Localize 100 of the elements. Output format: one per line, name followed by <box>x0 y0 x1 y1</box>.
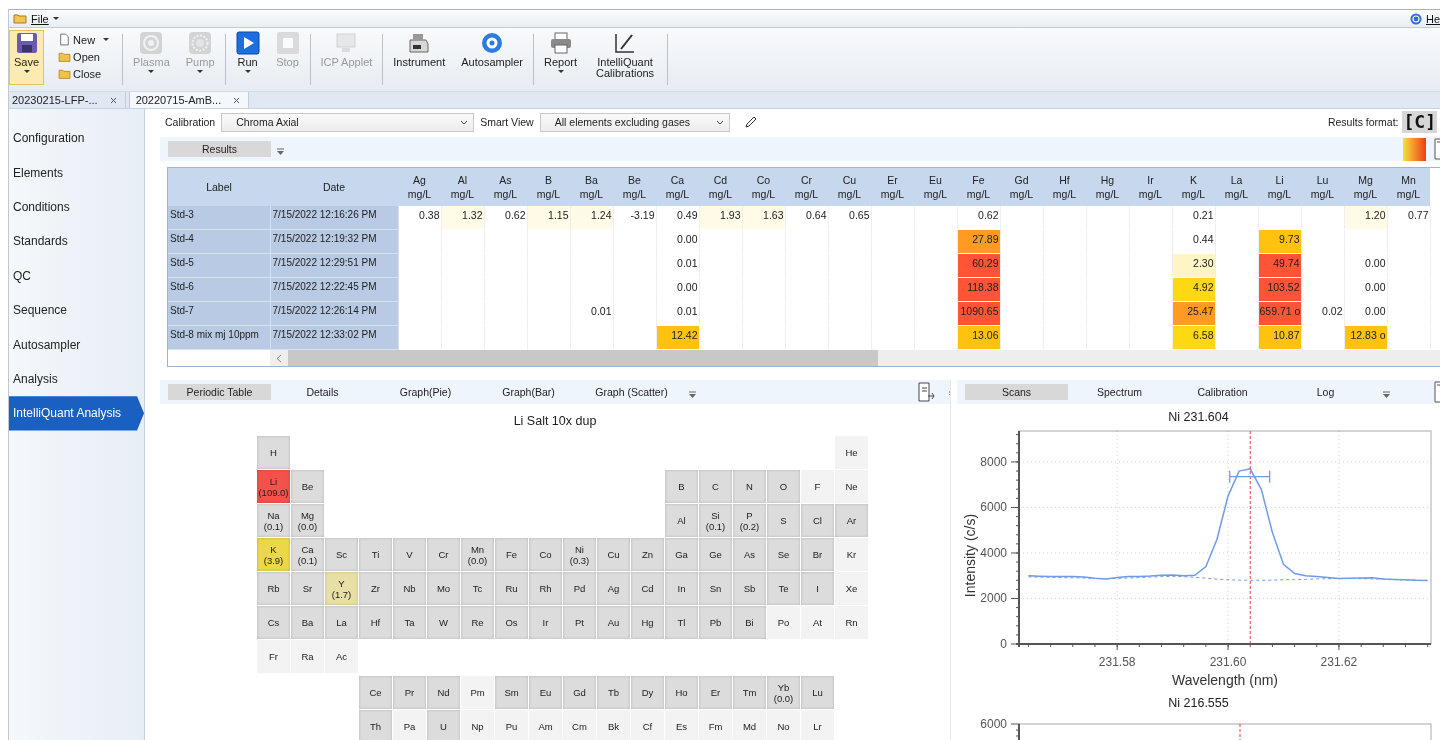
element-cell[interactable]: Rb <box>257 572 290 605</box>
element-cell[interactable]: Cm <box>563 710 596 740</box>
column-header[interactable]: Co mg/L <box>742 168 785 206</box>
element-cell[interactable]: Cr <box>427 538 460 571</box>
panel-tab[interactable]: Graph (Scatter) <box>580 384 683 400</box>
column-header[interactable]: Ir mg/L <box>1129 168 1172 206</box>
element-cell[interactable]: Sb <box>733 572 766 605</box>
column-header[interactable]: Er mg/L <box>871 168 914 206</box>
column-header[interactable]: Lu mg/L <box>1301 168 1344 206</box>
element-cell[interactable]: Fr <box>257 640 290 673</box>
element-cell[interactable]: Cd <box>631 572 664 605</box>
element-cell[interactable]: Ni (0.3) <box>563 538 596 571</box>
toolbar-button[interactable]: Instrument <box>388 30 451 85</box>
calibration-dropdown[interactable]: Chroma Axial <box>221 112 475 132</box>
element-cell[interactable]: Dy <box>631 676 664 709</box>
panel-tab[interactable]: Log <box>1274 384 1377 400</box>
element-cell[interactable]: Sn <box>699 572 732 605</box>
menu-item[interactable]: File <box>11 12 61 25</box>
sidebar-item[interactable]: Analysis <box>9 361 144 397</box>
column-header[interactable]: Hf mg/L <box>1043 168 1086 206</box>
column-header[interactable]: Be mg/L <box>613 168 656 206</box>
element-cell[interactable]: Cl <box>801 504 834 537</box>
column-header[interactable]: Hg mg/L <box>1086 168 1129 206</box>
element-cell[interactable]: Kr <box>835 538 868 571</box>
element-cell[interactable]: No <box>767 710 800 740</box>
element-cell[interactable]: As <box>733 538 766 571</box>
toolbar-button[interactable]: IntelliQuant Calibrations <box>588 30 663 85</box>
toolbar-button[interactable]: Report <box>539 30 583 85</box>
element-cell[interactable]: Pm <box>461 676 494 709</box>
panel-tab[interactable]: Periodic Table <box>168 384 271 400</box>
panel-tab[interactable]: Spectrum <box>1068 384 1171 400</box>
element-cell[interactable]: Bk <box>597 710 630 740</box>
sidebar-item[interactable]: IntelliQuant Analysis <box>9 396 144 431</box>
column-header[interactable]: Al mg/L <box>441 168 484 206</box>
element-cell[interactable]: Th <box>359 710 392 740</box>
element-cell[interactable]: Lu <box>801 676 834 709</box>
element-cell[interactable]: Er <box>699 676 732 709</box>
sidebar-item[interactable]: Conditions <box>9 189 144 225</box>
element-cell[interactable]: Li (109.0) <box>257 470 290 503</box>
element-cell[interactable]: Fm <box>699 710 732 740</box>
element-cell[interactable]: Es <box>665 710 698 740</box>
element-cell[interactable]: Am <box>529 710 562 740</box>
format-button[interactable]: [C] <box>1402 111 1437 133</box>
element-cell[interactable]: Cs <box>257 606 290 639</box>
element-cell[interactable]: Sc <box>325 538 358 571</box>
element-cell[interactable]: I <box>801 572 834 605</box>
column-header[interactable]: Li mg/L <box>1258 168 1301 206</box>
element-cell[interactable]: Cu <box>597 538 630 571</box>
element-cell[interactable]: Au <box>597 606 630 639</box>
element-cell[interactable]: Nb <box>393 572 426 605</box>
panel-tab[interactable]: Scans <box>965 384 1068 400</box>
column-header[interactable]: Mn mg/L <box>1387 168 1430 206</box>
element-cell[interactable]: Lr <box>801 710 834 740</box>
element-cell[interactable]: Ru <box>495 572 528 605</box>
element-cell[interactable]: P (0.2) <box>733 504 766 537</box>
element-cell[interactable]: Ra <box>291 640 324 673</box>
element-cell[interactable]: Sr <box>291 572 324 605</box>
element-cell[interactable]: Al <box>665 504 698 537</box>
element-cell[interactable]: Br <box>801 538 834 571</box>
document-tab[interactable]: 20220715-AmB... <box>128 92 250 108</box>
sidebar-item[interactable]: Elements <box>9 155 144 190</box>
element-cell[interactable]: Hf <box>359 606 392 639</box>
sidebar-item[interactable]: QC <box>9 258 144 293</box>
element-cell[interactable]: S <box>767 504 800 537</box>
element-cell[interactable]: Ce <box>359 676 392 709</box>
column-header[interactable]: Date <box>270 168 398 206</box>
element-cell[interactable]: Ga <box>665 538 698 571</box>
element-cell[interactable]: B <box>665 470 698 503</box>
scrollbar-thumb[interactable] <box>288 350 878 366</box>
horizontal-scrollbar[interactable] <box>270 350 1440 366</box>
element-cell[interactable]: Np <box>461 710 494 740</box>
column-header[interactable]: K mg/L <box>1172 168 1215 206</box>
element-cell[interactable]: At <box>801 606 834 639</box>
column-header[interactable]: Mg mg/L <box>1344 168 1387 206</box>
element-cell[interactable]: Ac <box>325 640 358 673</box>
element-cell[interactable]: Bi <box>733 606 766 639</box>
toolbar-button[interactable]: New <box>56 31 112 48</box>
help-link[interactable]: He <box>1425 12 1440 25</box>
column-header[interactable]: Gd mg/L <box>1000 168 1043 206</box>
element-cell[interactable]: Be <box>291 470 324 503</box>
toolbar-button[interactable]: Autosampler <box>456 30 529 85</box>
column-header[interactable]: Label <box>168 168 270 206</box>
element-cell[interactable]: W <box>427 606 460 639</box>
element-cell[interactable]: Pu <box>495 710 528 740</box>
toolbar-button[interactable]: Run <box>230 30 265 85</box>
column-header[interactable]: Ca mg/L <box>656 168 699 206</box>
element-cell[interactable]: Sm <box>495 676 528 709</box>
column-header[interactable]: La mg/L <box>1215 168 1258 206</box>
element-cell[interactable]: Pa <box>393 710 426 740</box>
element-cell[interactable]: Tl <box>665 606 698 639</box>
toolbar-button[interactable]: Close <box>56 65 112 82</box>
element-cell[interactable]: Ag <box>597 572 630 605</box>
element-cell[interactable]: Y (1.7) <box>325 572 358 605</box>
element-cell[interactable]: C <box>699 470 732 503</box>
element-cell[interactable]: Ho <box>665 676 698 709</box>
panel-tab[interactable]: Calibration <box>1171 384 1274 400</box>
column-header[interactable]: B mg/L <box>527 168 570 206</box>
column-header[interactable]: Ba mg/L <box>570 168 613 206</box>
element-cell[interactable]: Yb (0.0) <box>767 676 800 709</box>
element-cell[interactable]: Zr <box>359 572 392 605</box>
